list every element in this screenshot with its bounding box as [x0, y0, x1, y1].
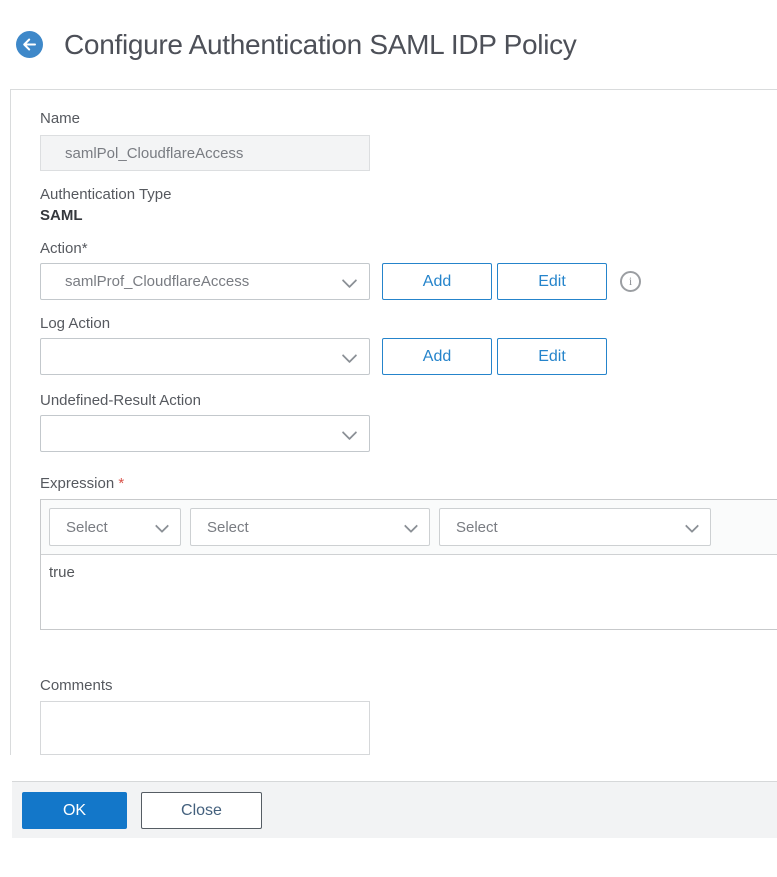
action-label: Action* — [40, 240, 88, 257]
form-panel: Name samlPol_CloudflareAccess Authentica… — [10, 89, 777, 755]
expression-toolbar: Select Select Select — [41, 500, 777, 555]
expression-select-1-placeholder: Select — [66, 518, 108, 536]
log-action-select[interactable] — [40, 338, 370, 375]
action-selected-value: samlProf_CloudflareAccess — [65, 273, 250, 290]
expression-select-2[interactable]: Select — [190, 508, 430, 546]
chevron-down-icon — [403, 518, 419, 534]
info-icon[interactable]: i — [620, 271, 641, 292]
footer-bar: OK Close — [12, 781, 777, 838]
arrow-left-icon — [22, 38, 37, 51]
ok-button[interactable]: OK — [22, 792, 127, 829]
action-add-button[interactable]: Add — [382, 263, 492, 300]
log-action-row: Add Edit — [40, 338, 777, 375]
expression-select-2-placeholder: Select — [207, 518, 249, 536]
close-button[interactable]: Close — [141, 792, 262, 829]
chevron-down-icon — [684, 518, 700, 534]
name-label: Name — [40, 110, 81, 127]
back-button[interactable] — [16, 31, 43, 58]
comments-input[interactable] — [40, 701, 370, 755]
chevron-down-icon — [341, 272, 358, 289]
action-edit-button[interactable]: Edit — [497, 263, 607, 300]
undefined-result-action-select[interactable] — [40, 415, 370, 452]
name-field: samlPol_CloudflareAccess — [40, 135, 370, 171]
chevron-down-icon — [154, 518, 170, 534]
chevron-down-icon — [341, 424, 358, 441]
expression-editor: Select Select Select true — [40, 499, 777, 630]
expression-select-3-placeholder: Select — [456, 518, 498, 536]
expression-label: Expression * — [40, 475, 125, 492]
log-action-label: Log Action — [40, 315, 111, 332]
page-title: Configure Authentication SAML IDP Policy — [64, 28, 577, 60]
required-asterisk: * — [118, 475, 125, 492]
expression-select-1[interactable]: Select — [49, 508, 181, 546]
chevron-down-icon — [341, 347, 358, 364]
authentication-type-label: Authentication Type — [40, 186, 172, 203]
log-action-edit-button[interactable]: Edit — [497, 338, 607, 375]
action-row: samlProf_CloudflareAccess Add Edit i — [40, 263, 777, 300]
expression-select-3[interactable]: Select — [439, 508, 711, 546]
page-header: Configure Authentication SAML IDP Policy — [0, 0, 777, 89]
authentication-type-value: SAML — [40, 207, 83, 224]
expression-input[interactable]: true — [41, 555, 777, 629]
comments-label: Comments — [40, 677, 113, 694]
log-action-add-button[interactable]: Add — [382, 338, 492, 375]
undefined-result-action-label: Undefined-Result Action — [40, 392, 201, 409]
name-value: samlPol_CloudflareAccess — [65, 144, 244, 162]
action-select[interactable]: samlProf_CloudflareAccess — [40, 263, 370, 300]
